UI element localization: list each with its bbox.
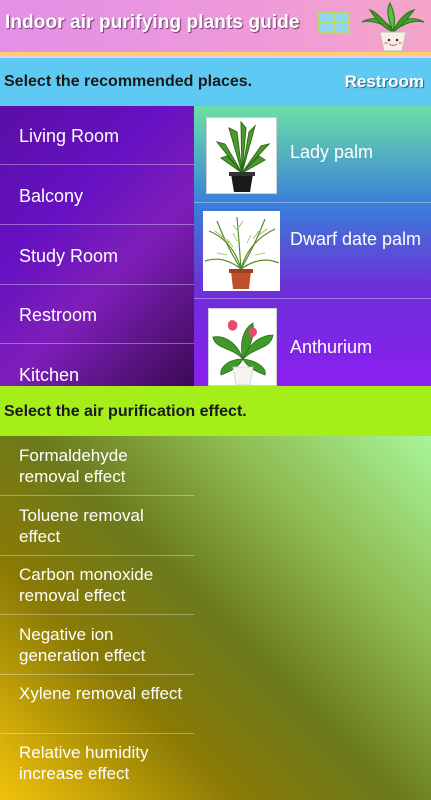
place-item-restroom[interactable]: Restroom: [0, 285, 194, 344]
places-section-label: Select the recommended places.: [4, 73, 253, 90]
effect-item-label: Relative humidity increase effect: [19, 743, 149, 783]
effect-item-formaldehyde[interactable]: Formaldehyde removal effect: [0, 436, 194, 496]
app-header: Indoor air purifying plants guide: [0, 0, 431, 52]
place-item-living-room[interactable]: Living Room: [0, 106, 194, 165]
effect-item-label: Carbon monoxide removal effect: [19, 565, 154, 605]
place-item-label: Kitchen: [19, 365, 80, 385]
anthurium-image: [208, 308, 277, 386]
plant-name: Anthurium: [290, 337, 373, 357]
effect-item-label: Formaldehyde removal effect: [19, 446, 128, 486]
effects-list[interactable]: Formaldehyde removal effect Toluene remo…: [0, 436, 431, 800]
effects-section-bar: Select the air purification effect.: [0, 386, 431, 436]
effect-item-toluene[interactable]: Toluene removal effect: [0, 496, 194, 556]
dwarf-date-palm-image: [203, 211, 280, 291]
effect-item-negative-ion[interactable]: Negative ion generation effect: [0, 615, 194, 675]
place-item-kitchen[interactable]: Kitchen: [0, 345, 194, 386]
effect-item-label: Toluene removal effect: [19, 506, 144, 546]
plant-name: Lady palm: [290, 142, 374, 162]
plant-item-dwarf-date-palm[interactable]: Dwarf date palm: [194, 203, 431, 299]
effects-section-label: Select the air purification effect.: [4, 403, 247, 420]
potted-plant-logo-icon: [361, 2, 425, 52]
effect-item-label: Xylene removal effect: [19, 684, 183, 703]
place-item-study-room[interactable]: Study Room: [0, 226, 194, 285]
lady-palm-image: [206, 117, 277, 194]
effect-item-xylene[interactable]: Xylene removal effect: [0, 674, 194, 734]
plant-name: Dwarf date palm: [290, 229, 422, 249]
place-item-balcony[interactable]: Balcony: [0, 166, 194, 225]
plant-item-anthurium[interactable]: Anthurium: [194, 299, 431, 386]
app-title: Indoor air purifying plants guide: [5, 12, 300, 33]
selected-place[interactable]: Restroom: [345, 72, 424, 92]
place-item-label: Restroom: [19, 305, 98, 325]
plants-list[interactable]: Lady palm Dwarf date palm Anthurium: [194, 106, 431, 386]
places-list[interactable]: Living Room Balcony Study Room Restroom …: [0, 106, 194, 386]
plant-item-lady-palm[interactable]: Lady palm: [194, 106, 431, 203]
place-item-label: Living Room: [19, 126, 120, 146]
places-section-bar: Select the recommended places. Restroom: [0, 58, 431, 106]
place-item-label: Study Room: [19, 246, 119, 266]
window-icon[interactable]: [318, 12, 350, 34]
effect-item-relative-humidity[interactable]: Relative humidity increase effect: [0, 733, 194, 793]
effect-item-carbon-monoxide[interactable]: Carbon monoxide removal effect: [0, 555, 194, 615]
effect-item-label: Negative ion generation effect: [19, 625, 146, 665]
place-item-label: Balcony: [19, 186, 84, 206]
